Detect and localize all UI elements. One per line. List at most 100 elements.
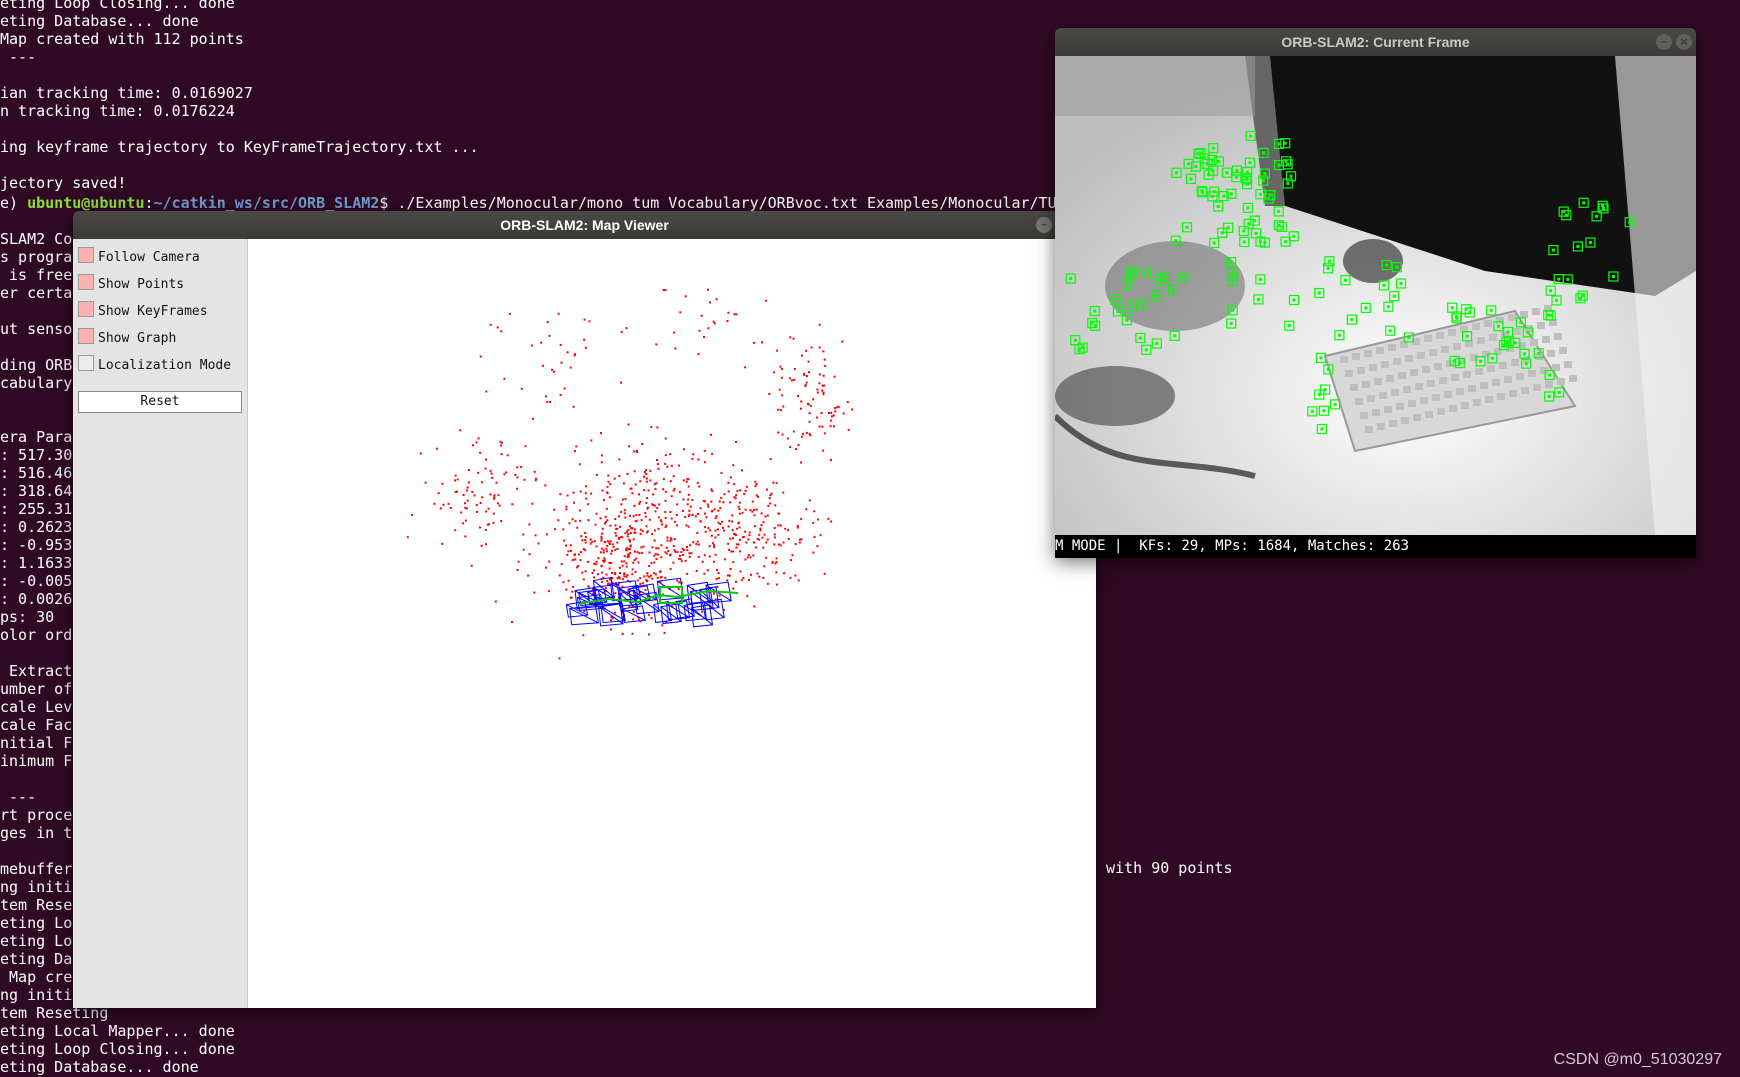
map-point xyxy=(670,517,673,520)
map-point xyxy=(707,288,709,291)
checkbox-box[interactable] xyxy=(78,328,94,344)
current-frame-window[interactable]: ORB-SLAM2: Current Frame – × M MODE | KF… xyxy=(1052,28,1696,558)
map-point xyxy=(616,547,619,550)
map-point xyxy=(542,364,545,367)
checkbox-box[interactable] xyxy=(78,301,94,317)
map-point xyxy=(643,471,646,473)
feature-point xyxy=(1455,316,1459,320)
feature-point xyxy=(1601,204,1605,208)
map-3d-view[interactable] xyxy=(248,239,1096,1008)
map-point xyxy=(466,489,469,492)
map-point xyxy=(569,544,572,547)
map-point xyxy=(773,527,776,529)
map-point xyxy=(748,578,750,581)
keyframe-diagonal xyxy=(704,601,725,619)
map-point xyxy=(738,508,741,510)
map-point xyxy=(737,505,740,508)
feature-point xyxy=(1189,177,1193,181)
minimize-button[interactable]: – xyxy=(1036,217,1052,233)
follow-camera-checkbox[interactable]: Follow Camera xyxy=(78,247,200,265)
feature-point xyxy=(1197,152,1200,156)
terminal-line: inimum Fa xyxy=(0,752,82,770)
map-point xyxy=(611,549,613,552)
map-point xyxy=(760,512,763,515)
map-point xyxy=(800,435,803,438)
checkbox-box[interactable] xyxy=(78,355,94,371)
keyboard-key xyxy=(1405,355,1413,362)
watermark: CSDN @m0_51030297 xyxy=(1553,1051,1722,1068)
map-point xyxy=(601,532,604,535)
map-point xyxy=(798,541,801,544)
close-button[interactable]: × xyxy=(1676,34,1692,50)
terminal-line: : -0.005 xyxy=(0,572,73,590)
checkbox-box[interactable] xyxy=(78,247,94,263)
map-point xyxy=(650,562,653,564)
feature-point xyxy=(1286,182,1290,185)
map-point xyxy=(574,520,577,523)
map-viewer-titlebar[interactable]: ORB-SLAM2: Map Viewer – □ × xyxy=(73,211,1096,239)
map-point xyxy=(686,503,689,506)
map-point xyxy=(629,532,632,535)
feature-point xyxy=(1399,282,1403,285)
map-point xyxy=(657,516,660,519)
map-point xyxy=(634,483,637,486)
map-point xyxy=(729,501,732,504)
map-point xyxy=(593,576,595,579)
keyboard-key xyxy=(1345,370,1353,377)
map-point xyxy=(678,557,681,560)
feature-point xyxy=(1262,151,1266,155)
map-point xyxy=(689,505,692,508)
current-frame-titlebar[interactable]: ORB-SLAM2: Current Frame – × xyxy=(1055,28,1696,56)
map-point xyxy=(774,504,777,507)
reset-button[interactable]: Reset xyxy=(78,391,242,413)
map-point xyxy=(684,559,687,562)
feature-point xyxy=(1144,271,1148,275)
map-point xyxy=(597,573,599,576)
show-points-checkbox[interactable]: Show Points xyxy=(78,274,184,292)
map-point xyxy=(505,471,508,474)
feature-point xyxy=(1144,348,1148,352)
feature-point xyxy=(1496,324,1500,328)
map-point xyxy=(665,524,668,527)
map-point xyxy=(708,545,711,548)
keyboard-key xyxy=(1557,378,1565,385)
map-point xyxy=(669,453,672,456)
map-point xyxy=(729,568,732,570)
keyboard-key xyxy=(1484,320,1492,327)
feature-point xyxy=(1234,175,1238,179)
map-point xyxy=(706,569,709,572)
map-point xyxy=(685,480,688,483)
map-point xyxy=(682,498,685,501)
keyboard-key xyxy=(1559,347,1567,354)
show-graph-checkbox[interactable]: Show Graph xyxy=(78,328,176,346)
checkbox-box[interactable] xyxy=(78,274,94,290)
map-point xyxy=(593,540,596,543)
feature-point xyxy=(1468,310,1472,314)
map-point xyxy=(841,340,844,343)
map-point xyxy=(851,408,854,411)
feature-point xyxy=(1159,278,1163,282)
map-point xyxy=(712,542,714,545)
terminal-line: umber of xyxy=(0,680,82,698)
show-keyframes-checkbox[interactable]: Show KeyFrames xyxy=(78,301,208,319)
map-point xyxy=(642,545,645,548)
map-point xyxy=(669,553,672,556)
map-point xyxy=(818,425,821,428)
map-point xyxy=(522,548,525,551)
keyboard-key xyxy=(1415,383,1423,390)
map-point xyxy=(827,517,830,520)
localization-mode-checkbox[interactable]: Localization Mode xyxy=(78,355,231,373)
map-point xyxy=(676,579,679,582)
map-point xyxy=(610,628,612,631)
map-point xyxy=(686,549,689,552)
map-point xyxy=(804,383,807,386)
map-point xyxy=(583,318,586,321)
map-point xyxy=(807,360,810,363)
map-point xyxy=(736,527,739,530)
map-point xyxy=(493,494,496,497)
map-point xyxy=(832,414,835,417)
map-viewer-window[interactable]: ORB-SLAM2: Map Viewer – □ × Follow Camer… xyxy=(73,211,1096,1008)
map-point xyxy=(710,510,713,513)
minimize-button[interactable]: – xyxy=(1656,34,1672,50)
map-point xyxy=(646,507,649,510)
